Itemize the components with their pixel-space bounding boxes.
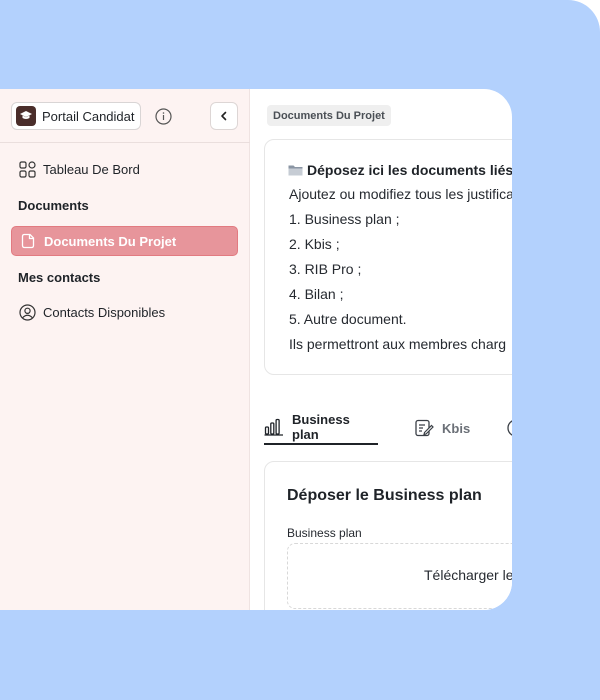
info-card-title: Déposez ici les documents liés <box>288 162 512 178</box>
sidebar-divider <box>0 142 250 143</box>
bar-chart-icon <box>264 417 284 437</box>
dropzone-text: Télécharger le <box>424 567 512 583</box>
brand-switcher[interactable]: Portail Candidat <box>11 102 141 130</box>
file-icon <box>19 232 37 250</box>
app-frame: Portail Candidat Tableau De Bord Documen… <box>0 0 600 700</box>
upload-title: Déposer le Business plan <box>287 487 482 504</box>
info-icon[interactable] <box>154 107 172 125</box>
sidebar-item-label: Contacts Disponibles <box>43 304 166 320</box>
sidebar-item-documents-projet[interactable]: Documents Du Projet <box>11 226 238 256</box>
brand-label: Portail Candidat <box>42 108 135 124</box>
main-content: Documents Du Projet Déposez ici les docu… <box>250 89 512 610</box>
breadcrumb: Documents Du Projet <box>267 105 391 126</box>
sidebar-item-contacts[interactable]: Contacts Disponibles <box>11 297 238 327</box>
info-intro: Ajoutez ou modifiez tous les justifica <box>289 186 512 202</box>
section-title-contacts: Mes contacts <box>18 270 101 285</box>
tab-kbis[interactable]: Kbis <box>414 411 470 445</box>
tab-more[interactable] <box>506 411 512 445</box>
info-item: 1. Business plan ; <box>289 211 400 227</box>
folder-icon <box>288 165 303 176</box>
grid-icon <box>18 160 36 178</box>
app-window: Portail Candidat Tableau De Bord Documen… <box>0 89 512 610</box>
info-card: Déposez ici les documents liés Ajoutez o… <box>264 139 512 375</box>
chevron-left-icon <box>221 111 227 121</box>
user-circle-icon <box>18 303 36 321</box>
file-dropzone[interactable]: Télécharger le <box>287 543 512 609</box>
sidebar-item-label: Documents Du Projet <box>44 233 177 249</box>
sidebar: Portail Candidat Tableau De Bord Documen… <box>0 89 250 610</box>
section-title-documents: Documents <box>18 198 89 213</box>
collapse-sidebar-button[interactable] <box>210 102 238 130</box>
tab-business-plan[interactable]: Business plan <box>264 411 378 445</box>
tab-label: Kbis <box>442 420 471 436</box>
info-outro: Ils permettront aux membres charg <box>289 336 507 352</box>
graduation-cap-icon <box>16 106 36 126</box>
sidebar-item-dashboard[interactable]: Tableau De Bord <box>11 154 238 184</box>
info-item: 2. Kbis ; <box>289 236 340 252</box>
info-item: 4. Bilan ; <box>289 286 344 302</box>
info-item: 3. RIB Pro ; <box>289 261 362 277</box>
info-item: 5. Autre document. <box>289 311 407 327</box>
document-tabs: Business plan Kbis <box>264 411 512 445</box>
upload-card: Déposer le Business plan Business plan T… <box>264 461 512 610</box>
edit-document-icon <box>414 418 434 438</box>
tab-label: Business plan <box>292 412 350 442</box>
upload-field-label: Business plan <box>287 526 362 540</box>
circle-icon <box>506 418 512 438</box>
sidebar-item-label: Tableau De Bord <box>43 161 140 177</box>
info-title-text: Déposez ici les documents liés <box>307 162 512 178</box>
